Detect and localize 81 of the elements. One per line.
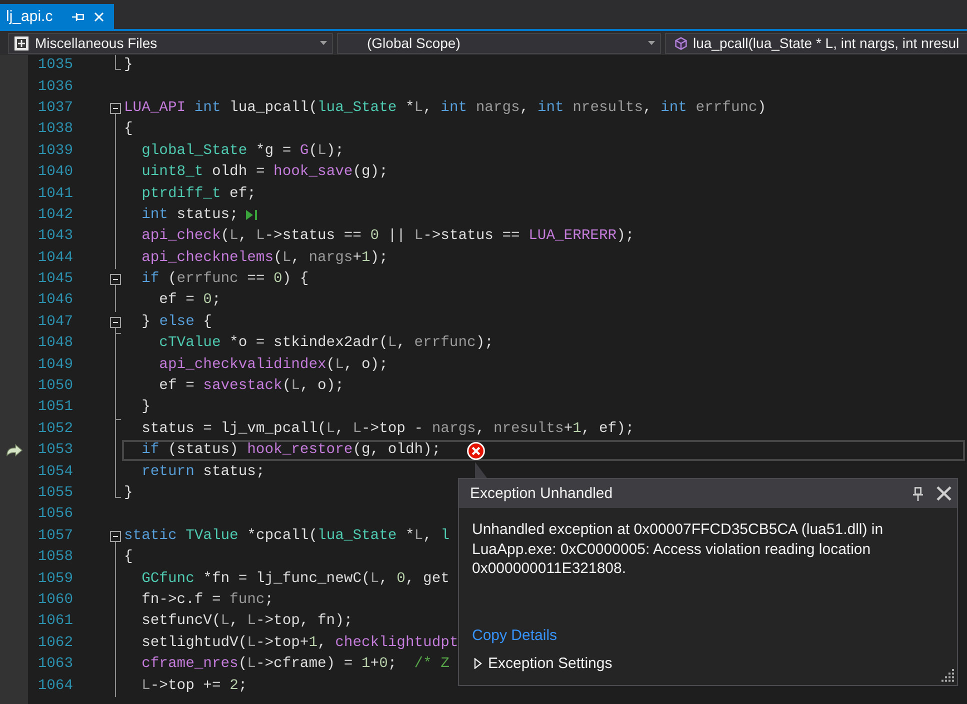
code-line: cTValue *o = stkindex2adr(L, errfunc); bbox=[158, 335, 494, 352]
copy-details-link[interactable]: Copy Details bbox=[472, 626, 558, 646]
code-line: static TValue *cpcall(lua_State *L, l bbox=[124, 528, 450, 545]
line-number: 1046 bbox=[38, 292, 73, 310]
code-line: api_checkvalidindex(L, o); bbox=[158, 356, 388, 374]
cube-icon bbox=[675, 36, 687, 50]
minus-box-icon[interactable] bbox=[110, 530, 121, 542]
resize-grip-icon[interactable] bbox=[940, 669, 954, 682]
arrow-icon bbox=[6, 444, 22, 458]
line-number: 1037 bbox=[38, 100, 73, 117]
code-line: ptrdiff_t ef; bbox=[140, 186, 256, 203]
line-number: 1044 bbox=[38, 250, 73, 267]
code-line: cframe_nres(L->cframe) = 1+0; /* Z bbox=[140, 656, 450, 674]
line-number: 1063 bbox=[38, 656, 73, 674]
line-number: 1062 bbox=[38, 634, 73, 652]
line-number: 1060 bbox=[38, 592, 73, 609]
code-line: ef = 0; bbox=[158, 292, 221, 310]
line-number: 1040 bbox=[38, 164, 73, 182]
member-dropdown[interactable]: lua_pcall(lua_State * L, int nargs, int nresul bbox=[665, 32, 967, 54]
error-icon[interactable] bbox=[466, 442, 485, 460]
code-line: if (errfunc == 0) { bbox=[140, 271, 309, 288]
line-number: 1043 bbox=[38, 228, 73, 246]
line-number: 1055 bbox=[38, 485, 73, 502]
exception-message: Unhandled exception at 0x00007FFCD35CB5CA (lua51.dll) in LuaApp.exe: 0xC0000005: Access violation reading location 0x000000011E321808. bbox=[472, 520, 884, 578]
line-number: 1052 bbox=[38, 420, 73, 438]
code-line: } bbox=[124, 57, 133, 74]
line-number: 1053 bbox=[38, 442, 73, 460]
line-number: 1057 bbox=[38, 528, 73, 545]
code-line: return status; bbox=[140, 464, 265, 481]
code-line: status = lj_vm_pcall(L, L->top - nargs, nresults+1, ef); bbox=[140, 420, 634, 438]
exception-settings-toggle[interactable]: Exception Settings bbox=[472, 653, 612, 673]
line-number: 1058 bbox=[38, 549, 73, 566]
caret-icon bbox=[648, 41, 655, 45]
project-dropdown[interactable]: Miscellaneous Files bbox=[8, 32, 333, 54]
line-number: 1045 bbox=[38, 271, 73, 288]
code-line: uint8_t oldh = hook_save(g); bbox=[140, 164, 388, 182]
line-number: 1047 bbox=[38, 314, 73, 331]
play-bar-icon[interactable] bbox=[246, 210, 258, 220]
pin-icon[interactable] bbox=[72, 12, 84, 22]
line-number: 1054 bbox=[38, 464, 73, 481]
code-line: global_State *g = G(L); bbox=[140, 142, 344, 160]
code-line: ef = savestack(L, o); bbox=[158, 378, 344, 396]
minus-box-icon[interactable] bbox=[110, 102, 121, 114]
code-line: LUA_API int lua_pcall(lua_State *L, int nargs, int nresults, int errfunc) bbox=[124, 100, 766, 117]
code-line: } else { bbox=[140, 314, 212, 331]
code-line: setfuncV(L, L->top, fn); bbox=[140, 613, 353, 630]
close-icon[interactable] bbox=[936, 486, 952, 501]
line-number: 1061 bbox=[38, 613, 73, 630]
line-number: 1035 bbox=[38, 57, 73, 74]
code-line: int status; bbox=[140, 206, 238, 224]
plus-square-icon bbox=[14, 36, 29, 50]
line-number: 1039 bbox=[38, 142, 73, 160]
pin-icon[interactable] bbox=[913, 486, 923, 500]
line-number: 1049 bbox=[38, 356, 73, 374]
code-line: { bbox=[124, 549, 133, 566]
line-number: 1051 bbox=[38, 399, 73, 416]
line-number: 1038 bbox=[38, 121, 73, 138]
minus-box-icon[interactable] bbox=[110, 274, 121, 286]
code-line: api_checknelems(L, nargs+1); bbox=[140, 250, 388, 267]
code-line: } bbox=[140, 399, 150, 416]
code-line: api_check(L, L->status == 0 || L->status == LUA_ERRERR); bbox=[140, 228, 634, 246]
file-tab[interactable]: lj_api.c bbox=[0, 4, 114, 29]
code-line: GCfunc *fn = lj_func_newC(L, 0, get bbox=[140, 570, 450, 588]
line-number: 1042 bbox=[38, 206, 73, 224]
code-line: fn->c.f = func; bbox=[140, 592, 274, 609]
caret-icon bbox=[320, 41, 327, 45]
code-line: { bbox=[124, 121, 133, 138]
minus-box-icon[interactable] bbox=[110, 316, 121, 328]
code-line: L->top += 2; bbox=[140, 678, 248, 695]
line-number: 1059 bbox=[38, 570, 73, 588]
code-line: } bbox=[124, 485, 133, 502]
line-number: 1036 bbox=[38, 78, 73, 96]
scope-dropdown[interactable]: (Global Scope) bbox=[337, 32, 661, 54]
code-line: setlightudV(L->top+1, checklightudpt bbox=[140, 634, 458, 652]
popup-title: Exception Unhandled bbox=[470, 485, 613, 502]
line-number: 1064 bbox=[38, 678, 73, 695]
code-line: if (status) hook_restore(g, oldh); bbox=[140, 442, 441, 460]
line-number: 1041 bbox=[38, 186, 73, 203]
line-number: 1050 bbox=[38, 378, 73, 396]
line-number: 1056 bbox=[38, 506, 73, 524]
line-number: 1048 bbox=[38, 335, 73, 352]
